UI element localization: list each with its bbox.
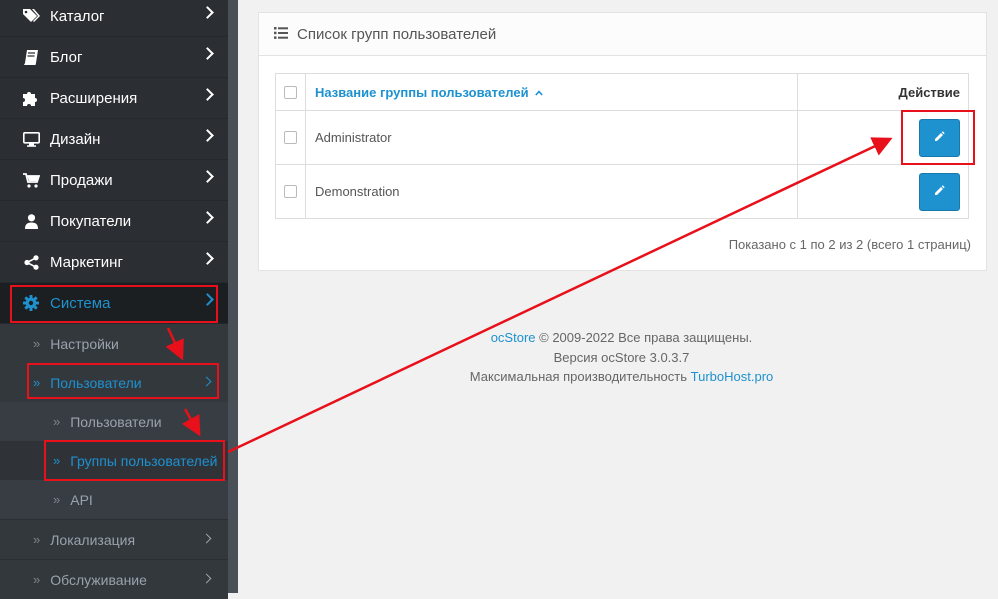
panel-title: Список групп пользователей	[297, 25, 497, 43]
annotation-box-edit-button	[901, 110, 975, 165]
chevron-right-icon	[201, 88, 214, 101]
sidebar-subitem-localization[interactable]: » Локализация	[0, 520, 228, 559]
sidebar-subitem-label: Обслуживание	[50, 571, 147, 588]
puzzle-icon	[22, 89, 40, 107]
share-icon	[22, 253, 40, 271]
pencil-icon	[935, 184, 945, 195]
sidebar-subitem-api[interactable]: » API	[0, 480, 228, 519]
sidebar-item-marketing[interactable]: Маркетинг	[0, 242, 228, 283]
sort-caret-up-icon	[535, 90, 543, 96]
chevron-right-icon	[201, 6, 214, 19]
group-name: Administrator	[305, 110, 798, 165]
annotation-box-users	[27, 363, 219, 399]
sidebar-subitem-label: API	[70, 491, 93, 508]
group-name: Demonstration	[305, 164, 798, 219]
desktop-icon	[22, 130, 40, 148]
chevron-right-icon	[201, 252, 214, 265]
double-chevron-icon: »	[33, 532, 41, 547]
copyright-text: © 2009-2022 Все права защищены.	[539, 330, 753, 345]
sidebar-subitem-label: Пользователи	[70, 413, 162, 430]
column-action: Действие	[797, 73, 969, 111]
select-all-cell	[275, 73, 306, 111]
annotation-box-system	[10, 285, 218, 323]
table-header: Название группы пользователей Действие	[275, 73, 969, 111]
sidebar-subitem-label: Настройки	[50, 335, 119, 352]
row-select-cell	[275, 164, 306, 219]
row-select-cell	[275, 110, 306, 165]
tags-icon	[22, 7, 40, 25]
sidebar-item-label: Покупатели	[50, 212, 132, 230]
chevron-right-icon	[201, 211, 214, 224]
user-groups-panel: Список групп пользователей Название груп…	[258, 12, 987, 271]
chevron-right-icon	[201, 573, 212, 584]
sidebar-item-label: Маркетинг	[50, 253, 123, 271]
sidebar-item-extensions[interactable]: Расширения	[0, 78, 228, 119]
sidebar-item-label: Расширения	[50, 89, 138, 107]
pagination-summary: Показано с 1 по 2 из 2 (всего 1 страниц)	[728, 237, 971, 252]
panel-heading: Список групп пользователей	[259, 13, 986, 56]
sidebar-item-sales[interactable]: Продажи	[0, 160, 228, 201]
sidebar-scrollbar[interactable]	[228, 0, 238, 593]
double-chevron-icon: »	[33, 336, 41, 351]
sidebar-item-label: Блог	[50, 48, 83, 66]
edit-button[interactable]	[919, 172, 960, 211]
sidebar-item-design[interactable]: Дизайн	[0, 119, 228, 160]
column-name-label: Название группы пользователей	[315, 84, 529, 100]
select-all-checkbox[interactable]	[284, 85, 297, 99]
row-action-cell	[797, 164, 969, 219]
double-chevron-icon: »	[33, 572, 41, 587]
row-checkbox[interactable]	[284, 185, 297, 198]
column-action-label: Действие	[898, 84, 960, 100]
sidebar-subitem-maintenance[interactable]: » Обслуживание	[0, 560, 228, 599]
sidebar-subitem-label: Локализация	[50, 531, 136, 548]
version-text: Версия ocStore 3.0.3.7	[553, 349, 690, 365]
sidebar-subitem-settings[interactable]: » Настройки	[0, 324, 228, 363]
book-icon	[22, 48, 40, 66]
footer: ocStore © 2009-2022 Все права защищены. …	[258, 328, 985, 387]
sidebar-item-label: Дизайн	[50, 130, 101, 148]
table-row: Administrator	[275, 110, 969, 165]
row-checkbox[interactable]	[284, 131, 297, 144]
turbohost-link[interactable]: TurboHost.pro	[691, 369, 774, 384]
table-row: Demonstration	[275, 164, 969, 219]
perf-text: Максимальная производительность	[469, 369, 688, 384]
sidebar-item-label: Продажи	[50, 171, 113, 189]
chevron-right-icon	[201, 533, 212, 544]
sidebar-item-blog[interactable]: Блог	[0, 37, 228, 78]
ocstore-link[interactable]: ocStore	[491, 330, 536, 345]
sidebar-item-customers[interactable]: Покупатели	[0, 201, 228, 242]
sort-by-name-link[interactable]: Название группы пользователей	[305, 73, 798, 111]
footer-copyright-line: ocStore © 2009-2022 Все права защищены.	[258, 328, 985, 348]
annotation-box-user-groups	[44, 440, 225, 481]
cart-icon	[22, 171, 40, 189]
sidebar-subitem-users-list[interactable]: » Пользователи	[0, 402, 228, 441]
user-icon	[22, 212, 40, 230]
chevron-right-icon	[201, 129, 214, 142]
chevron-right-icon	[201, 170, 214, 183]
sidebar-item-label: Каталог	[50, 7, 105, 25]
double-chevron-icon: »	[53, 492, 61, 507]
user-groups-table: Название группы пользователей Действие A…	[275, 73, 969, 219]
double-chevron-icon: »	[53, 414, 61, 429]
list-icon	[274, 26, 288, 43]
chevron-right-icon	[201, 47, 214, 60]
footer-perf-line: Максимальная производительность TurboHos…	[258, 367, 985, 387]
sidebar-item-catalog[interactable]: Каталог	[0, 0, 228, 37]
